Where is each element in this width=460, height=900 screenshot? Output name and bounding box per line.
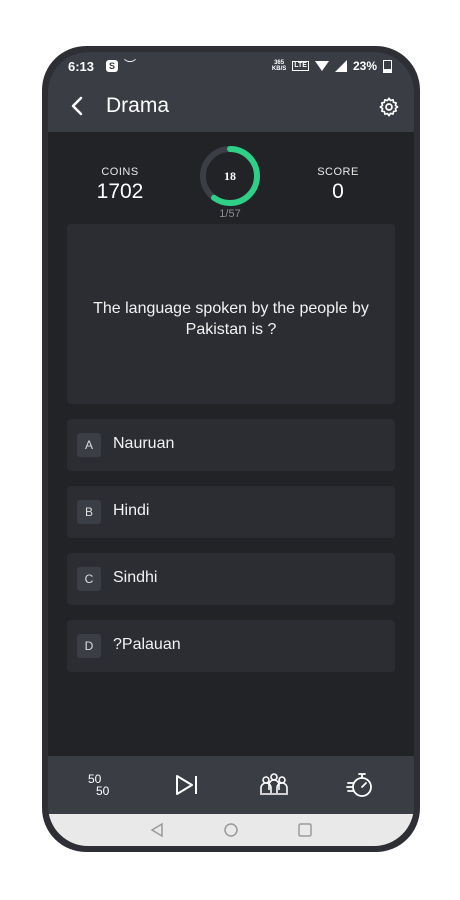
app-bar: Drama: [48, 82, 414, 132]
status-time: 6:13: [68, 59, 95, 74]
fifty-fifty-icon: 50 50: [88, 772, 110, 798]
network-speed: 365 KB/S: [271, 60, 287, 72]
question-progress: 1/57: [219, 208, 241, 220]
screen: 6:13 S ︶ 365 KB/S LTE 23% Drama COINS 17…: [48, 52, 414, 846]
status-bar: 6:13 S ︶ 365 KB/S LTE 23%: [48, 52, 414, 82]
network-type: LTE: [292, 61, 309, 71]
fifty-fifty-button[interactable]: 50 50: [86, 770, 116, 800]
option-c[interactable]: C Sindhi: [67, 553, 395, 605]
page-title: Drama: [106, 94, 170, 117]
stopwatch-icon: [346, 773, 372, 797]
option-d[interactable]: D ?Palauan: [67, 620, 395, 672]
option-text: Nauruan: [113, 435, 175, 452]
lifeline-toolbar: 50 50: [48, 756, 414, 814]
nav-home-icon[interactable]: [224, 823, 238, 837]
score-value: 0: [332, 180, 344, 203]
nav-back-icon[interactable]: [150, 823, 164, 837]
svg-text:50: 50: [96, 784, 110, 798]
battery-percent: 23%: [352, 59, 377, 73]
notification-icon: ︶: [124, 58, 137, 72]
phone-frame: 6:13 S ︶ 365 KB/S LTE 23% Drama COINS 17…: [42, 46, 420, 852]
timer-lifeline-button[interactable]: [346, 770, 376, 800]
option-text: ?Palauan: [113, 636, 181, 653]
option-letter: C: [77, 567, 101, 591]
option-letter: A: [77, 433, 101, 457]
system-nav-bar: [48, 814, 414, 846]
skip-icon: [176, 775, 197, 795]
timer-ring: 18: [198, 144, 262, 208]
back-arrow-icon[interactable]: [66, 94, 90, 118]
app-notification-icon: S: [106, 60, 118, 72]
battery-icon: [383, 59, 392, 73]
option-text: Sindhi: [113, 569, 158, 586]
timer-value: 18: [224, 169, 236, 183]
option-b[interactable]: B Hindi: [67, 486, 395, 538]
signal-icon: [334, 60, 347, 72]
settings-gear-icon[interactable]: [378, 96, 400, 118]
nav-recents-icon[interactable]: [298, 823, 312, 837]
coins-label: COINS: [101, 166, 139, 178]
option-letter: B: [77, 500, 101, 524]
score-label: SCORE: [317, 166, 359, 178]
option-a[interactable]: A Nauruan: [67, 419, 395, 471]
option-text: Hindi: [113, 502, 150, 519]
audience-icon: [260, 773, 288, 795]
quiz-content: COINS 1702 18 1/57 SCORE 0 The language …: [48, 132, 414, 756]
score-stat: SCORE 0: [300, 166, 376, 204]
question-card: The language spoken by the people by Pak…: [67, 224, 395, 404]
coins-stat: COINS 1702: [78, 166, 162, 204]
coins-value: 1702: [96, 180, 144, 203]
wifi-icon: [314, 61, 329, 71]
skip-button[interactable]: [172, 770, 202, 800]
question-text: The language spoken by the people by Pak…: [93, 300, 369, 338]
status-right: 365 KB/S LTE 23%: [272, 59, 392, 73]
option-letter: D: [77, 634, 101, 658]
audience-poll-button[interactable]: [258, 770, 288, 800]
